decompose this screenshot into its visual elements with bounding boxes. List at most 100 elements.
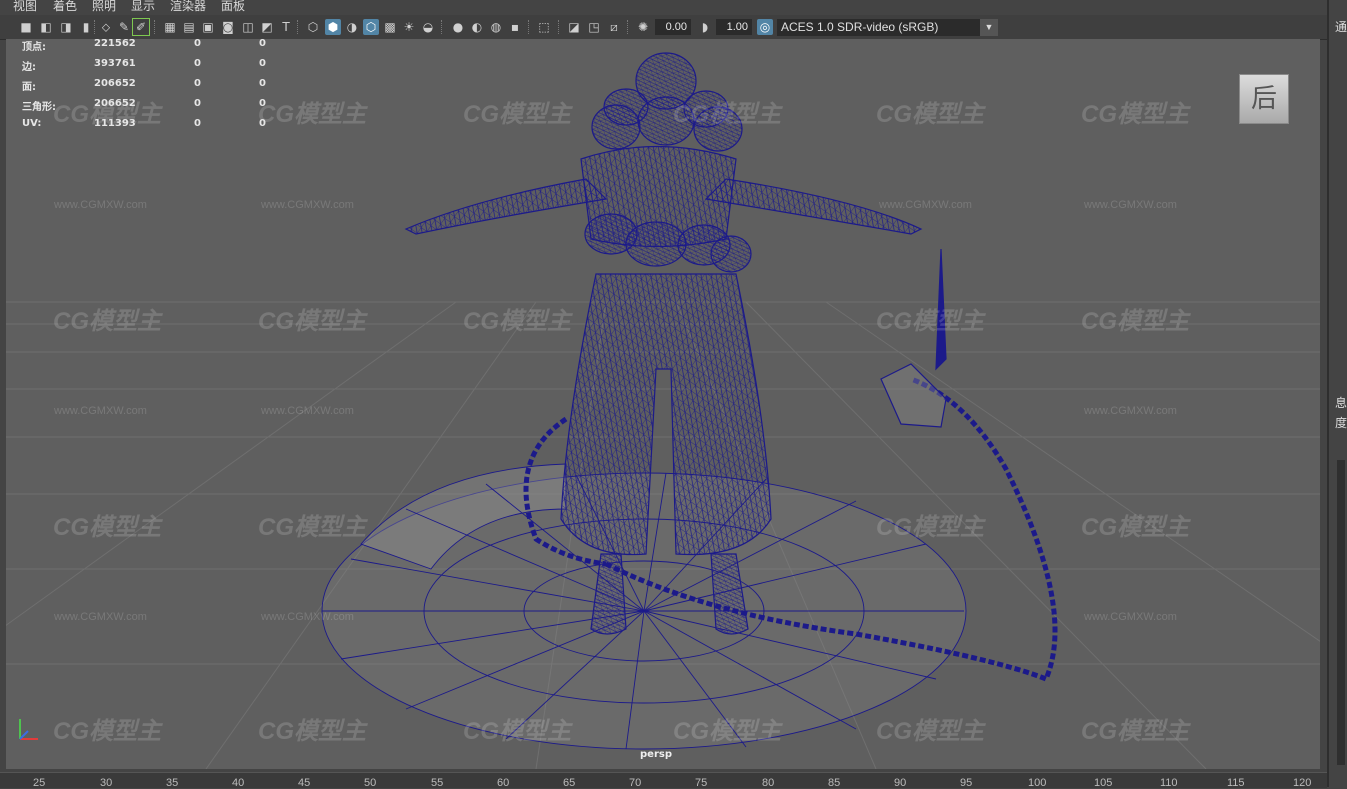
- watermark-logo: CG模型主: [876, 718, 984, 745]
- panel-toolbar: ■ ◧ ◨ ▮ ⬦ ✎ ✐ ▦ ▤ ▣ ◙ ◫ ◩ T ⬡ ⬢ ◑ ⬡ ▩ ☀ …: [0, 15, 1330, 40]
- menu-shading[interactable]: 着色: [53, 0, 77, 13]
- time-tick: 115: [1227, 777, 1245, 789]
- right-panel-scrollbar[interactable]: [1337, 460, 1345, 765]
- right-panel-char: 度: [1335, 416, 1347, 430]
- time-tick: 60: [497, 777, 510, 789]
- time-slider[interactable]: 25 30 35 40 45 50 55 60 65 70 75 80 85 9…: [0, 772, 1327, 789]
- time-tick: 105: [1094, 777, 1113, 789]
- watermark-logo: CG模型主: [258, 308, 366, 335]
- viewport-scene: [6, 52, 1320, 769]
- watermark-url: www.CGMXW.com: [54, 199, 147, 211]
- anti-aliasing-icon[interactable]: ◍: [488, 19, 504, 35]
- exposure-icon[interactable]: ✺: [635, 19, 651, 35]
- image-plane-icon[interactable]: ▮: [78, 19, 94, 35]
- menu-panels[interactable]: 面板: [221, 0, 245, 13]
- perspective-viewport[interactable]: CG模型主 CG模型主 CG模型主 CG模型主 CG模型主 CG模型主 CG模型…: [6, 39, 1320, 769]
- wireframe-on-shaded-icon[interactable]: ⬡: [363, 19, 379, 35]
- time-tick: 55: [431, 777, 444, 789]
- xray-icon[interactable]: ◪: [566, 19, 582, 35]
- view-cube[interactable]: 后: [1239, 74, 1289, 124]
- safe-action-icon[interactable]: ◩: [259, 19, 275, 35]
- view-transform-value: ACES 1.0 SDR-video (sRGB): [781, 20, 939, 34]
- depth-of-field-icon[interactable]: ▪: [507, 19, 523, 35]
- exposure-field[interactable]: 0.00: [655, 19, 691, 35]
- toolbar-separator: [441, 20, 444, 34]
- watermark-logo: CG模型主: [258, 514, 366, 541]
- smooth-shade-icon[interactable]: ⬢: [325, 19, 341, 35]
- menu-view[interactable]: 视图: [13, 0, 37, 13]
- grid-icon[interactable]: ▦: [162, 19, 178, 35]
- time-tick: 90: [894, 777, 907, 789]
- grease-pencil-active-icon[interactable]: ✐: [132, 18, 150, 36]
- resolution-gate-icon[interactable]: ▣: [200, 19, 216, 35]
- textured-icon[interactable]: ▩: [382, 19, 398, 35]
- time-tick: 85: [828, 777, 841, 789]
- chevron-down-icon[interactable]: ▼: [980, 19, 998, 36]
- safe-title-icon[interactable]: T: [278, 19, 294, 35]
- watermark-url: www.CGMXW.com: [1084, 611, 1177, 623]
- right-panel-char: 通: [1335, 20, 1347, 34]
- motion-blur-icon[interactable]: ◐: [469, 19, 485, 35]
- watermark-logo: CG模型主: [1081, 718, 1189, 745]
- watermark-url: www.CGMXW.com: [54, 611, 147, 623]
- watermark-url: www.CGMXW.com: [879, 199, 972, 211]
- select-camera-icon[interactable]: ■: [18, 19, 34, 35]
- field-chart-icon[interactable]: ◫: [240, 19, 256, 35]
- watermark-url: www.CGMXW.com: [261, 611, 354, 623]
- watermark-logo: CG模型主: [876, 308, 984, 335]
- view-transform-dropdown[interactable]: ACES 1.0 SDR-video (sRGB) ▼: [777, 19, 998, 36]
- xray-joints-icon[interactable]: ◳: [586, 19, 602, 35]
- default-material-icon[interactable]: ◑: [344, 19, 360, 35]
- watermark-logo: CG模型主: [1081, 308, 1189, 335]
- color-management-icon[interactable]: ◎: [757, 19, 773, 35]
- isolate-select-icon[interactable]: ⬚: [536, 19, 552, 35]
- watermark-url: www.CGMXW.com: [1084, 405, 1177, 417]
- wireframe-icon[interactable]: ⬡: [305, 19, 321, 35]
- use-all-lights-icon[interactable]: ☀: [401, 19, 417, 35]
- toolbar-separator: [94, 20, 97, 34]
- gamma-icon[interactable]: ◗: [697, 19, 713, 35]
- toolbar-separator: [528, 20, 531, 34]
- xray-components-icon[interactable]: ⧄: [606, 19, 622, 35]
- time-tick: 65: [563, 777, 576, 789]
- screen-space-ao-icon[interactable]: ●: [450, 19, 466, 35]
- right-panel-char: 息: [1335, 396, 1347, 410]
- camera-attributes-icon[interactable]: ◧: [38, 19, 54, 35]
- watermark-logo: CG模型主: [673, 101, 781, 128]
- time-tick: 100: [1028, 777, 1047, 789]
- time-tick: 25: [33, 777, 46, 789]
- watermark-logo: CG模型主: [258, 718, 366, 745]
- menu-lighting[interactable]: 照明: [92, 0, 116, 13]
- menu-bar: 视图 着色 照明 显示 渲染器 面板: [0, 0, 1330, 14]
- time-tick: 75: [695, 777, 708, 789]
- time-tick: 70: [629, 777, 642, 789]
- time-tick: 30: [100, 777, 113, 789]
- time-tick: 120: [1293, 777, 1312, 789]
- toolbar-separator: [558, 20, 561, 34]
- watermark-logo: CG模型主: [463, 718, 571, 745]
- watermark-logo: CG模型主: [673, 718, 781, 745]
- 2d-pan-icon[interactable]: ⬦: [98, 19, 114, 35]
- film-gate-icon[interactable]: ▤: [181, 19, 197, 35]
- time-tick: 45: [298, 777, 311, 789]
- toolbar-separator: [627, 20, 630, 34]
- watermark-logo: CG模型主: [53, 514, 161, 541]
- watermark-logo: CG模型主: [53, 718, 161, 745]
- shadows-icon[interactable]: ◒: [420, 19, 436, 35]
- time-tick: 50: [364, 777, 377, 789]
- bookmark-icon[interactable]: ◨: [58, 19, 74, 35]
- time-tick: 110: [1160, 777, 1178, 789]
- menu-show[interactable]: 显示: [131, 0, 155, 13]
- gate-mask-icon[interactable]: ◙: [220, 19, 236, 35]
- watermark-logo: CG模型主: [53, 308, 161, 335]
- watermark-url: www.CGMXW.com: [54, 405, 147, 417]
- watermark-url: www.CGMXW.com: [1084, 199, 1177, 211]
- grease-pencil-icon[interactable]: ✎: [116, 19, 132, 35]
- watermark-logo: CG模型主: [463, 308, 571, 335]
- time-tick: 35: [166, 777, 179, 789]
- menu-renderer[interactable]: 渲染器: [170, 0, 206, 13]
- time-tick: 95: [960, 777, 973, 789]
- watermark-logo: CG模型主: [876, 514, 984, 541]
- gamma-field[interactable]: 1.00: [716, 19, 752, 35]
- right-side-panel: 通 息 度: [1327, 0, 1347, 787]
